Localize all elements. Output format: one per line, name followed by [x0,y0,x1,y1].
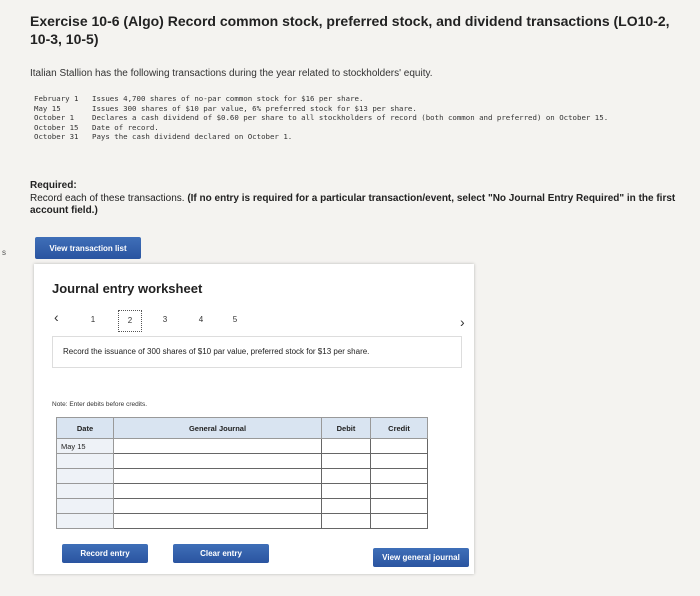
header-general-journal: General Journal [113,417,322,439]
entry-instruction: Record the issuance of 300 shares of $10… [52,336,462,368]
page-tab-5[interactable]: 5 [224,310,246,330]
page-tab-1[interactable]: 1 [82,310,104,330]
transaction-row: February 1 Issues 4,700 shares of no-par… [34,94,674,104]
credit-input[interactable] [370,438,428,454]
debit-input[interactable] [321,438,371,454]
required-instruction: Record each of these transactions. [30,193,185,204]
date-cell [56,453,114,469]
account-input[interactable] [113,483,322,499]
credit-input[interactable] [370,453,428,469]
date-cell [56,483,114,499]
chevron-left-icon[interactable]: ‹ [54,309,59,325]
account-input[interactable] [113,453,322,469]
transaction-list: February 1 Issues 4,700 shares of no-par… [34,94,674,142]
journal-header-row: Date General Journal Debit Credit [56,417,428,439]
required-text: Record each of these transactions. (If n… [30,193,680,217]
table-row [56,498,428,514]
transaction-date: October 31 [34,132,79,142]
transaction-date: May 15 [34,103,61,113]
table-row [56,483,428,499]
view-general-journal-button[interactable]: View general journal [373,548,469,567]
transaction-date: October 15 [34,122,79,132]
chevron-right-icon[interactable]: › [460,314,465,330]
account-input[interactable] [113,468,322,484]
view-transaction-list-button[interactable]: View transaction list [35,237,141,259]
date-cell [56,498,114,514]
transaction-row: October 15 Date of record. [34,123,674,133]
transaction-desc: Issues 300 shares of $10 par value, 6% p… [92,103,417,113]
account-input[interactable] [113,513,322,529]
debit-input[interactable] [321,513,371,529]
journal-table: Date General Journal Debit Credit May 15 [56,417,428,529]
table-row [56,513,428,529]
debit-input[interactable] [321,453,371,469]
header-date: Date [56,417,114,439]
header-credit: Credit [370,417,428,439]
credit-input[interactable] [370,513,428,529]
entry-note: Note: Enter debits before credits. [52,401,148,408]
date-cell: May 15 [56,438,114,454]
transaction-row: October 31 Pays the cash dividend declar… [34,132,674,142]
transaction-row: May 15 Issues 300 shares of $10 par valu… [34,104,674,114]
table-row: May 15 [56,438,428,454]
header-debit: Debit [321,417,371,439]
debit-input[interactable] [321,498,371,514]
transaction-date: October 1 [34,113,75,123]
table-row [56,468,428,484]
intro-text: Italian Stallion has the following trans… [30,68,433,79]
transaction-date: February 1 [34,94,79,103]
table-row [56,453,428,469]
debit-input[interactable] [321,483,371,499]
required-heading: Required: [30,180,77,191]
worksheet-title: Journal entry worksheet [52,281,203,296]
transaction-desc: Date of record. [92,122,159,132]
clear-entry-button[interactable]: Clear entry [173,544,269,563]
transaction-desc: Issues 4,700 shares of no-par common sto… [92,94,364,103]
credit-input[interactable] [370,468,428,484]
transaction-desc: Declares a cash dividend of $0.60 per sh… [92,113,609,123]
page-title: Exercise 10-6 (Algo) Record common stock… [30,13,670,47]
date-cell [56,513,114,529]
debit-input[interactable] [321,468,371,484]
worksheet-pager: ‹ 1 2 3 4 5 › [50,306,480,332]
page-tab-2[interactable]: 2 [118,310,142,332]
date-cell [56,468,114,484]
page-tab-4[interactable]: 4 [190,310,212,330]
account-input[interactable] [113,438,322,454]
page-tab-3[interactable]: 3 [154,310,176,330]
credit-input[interactable] [370,483,428,499]
side-mark: s [2,248,6,257]
account-input[interactable] [113,498,322,514]
transaction-row: October 1 Declares a cash dividend of $0… [34,113,674,123]
record-entry-button[interactable]: Record entry [62,544,148,563]
credit-input[interactable] [370,498,428,514]
transaction-desc: Pays the cash dividend declared on Octob… [92,132,293,142]
